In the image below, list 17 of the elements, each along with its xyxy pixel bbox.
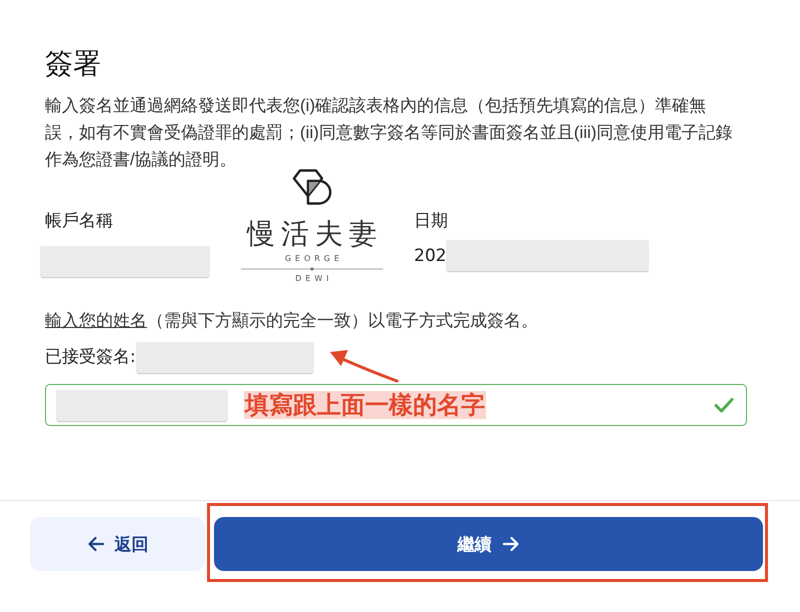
account-name-label: 帳戶名稱 <box>45 211 114 231</box>
continue-button[interactable]: 繼續 <box>214 517 763 571</box>
date-value: 202 <box>414 246 446 266</box>
date-label: 日期 <box>414 211 449 231</box>
annotation-note: 填寫跟上面一樣的名字 <box>244 391 486 419</box>
name-link[interactable]: 輸入您的姓名 <box>45 311 147 331</box>
logo-wordmark: 慢活夫妻 <box>247 217 383 251</box>
logo-subtitle: GEORGE <box>284 254 344 264</box>
gem-logo-icon <box>291 169 333 205</box>
arrow-left-icon <box>86 536 104 552</box>
page-title: 簽署 <box>45 47 102 81</box>
declaration-text: 輸入簽名並通過網絡發送即代表您(i)確認該表格內的信息（包括預先填寫的信息）準確無誤，如有不實會受偽證罪的處罰；(ii)同意數字簽名等同於書面簽名並且(iii)同意使用電子記錄作為您證書/協議的證明。 <box>45 95 734 171</box>
back-button[interactable]: 返回 <box>30 517 205 571</box>
accepted-signature-label: 已接受簽名: <box>45 347 136 367</box>
instruction-text: 輸入您的姓名（需與下方顯示的完全一致）以電子方式完成簽名。 <box>45 310 539 332</box>
arrow-right-icon <box>502 536 520 552</box>
logo-subtitle: DEWI <box>295 274 333 284</box>
